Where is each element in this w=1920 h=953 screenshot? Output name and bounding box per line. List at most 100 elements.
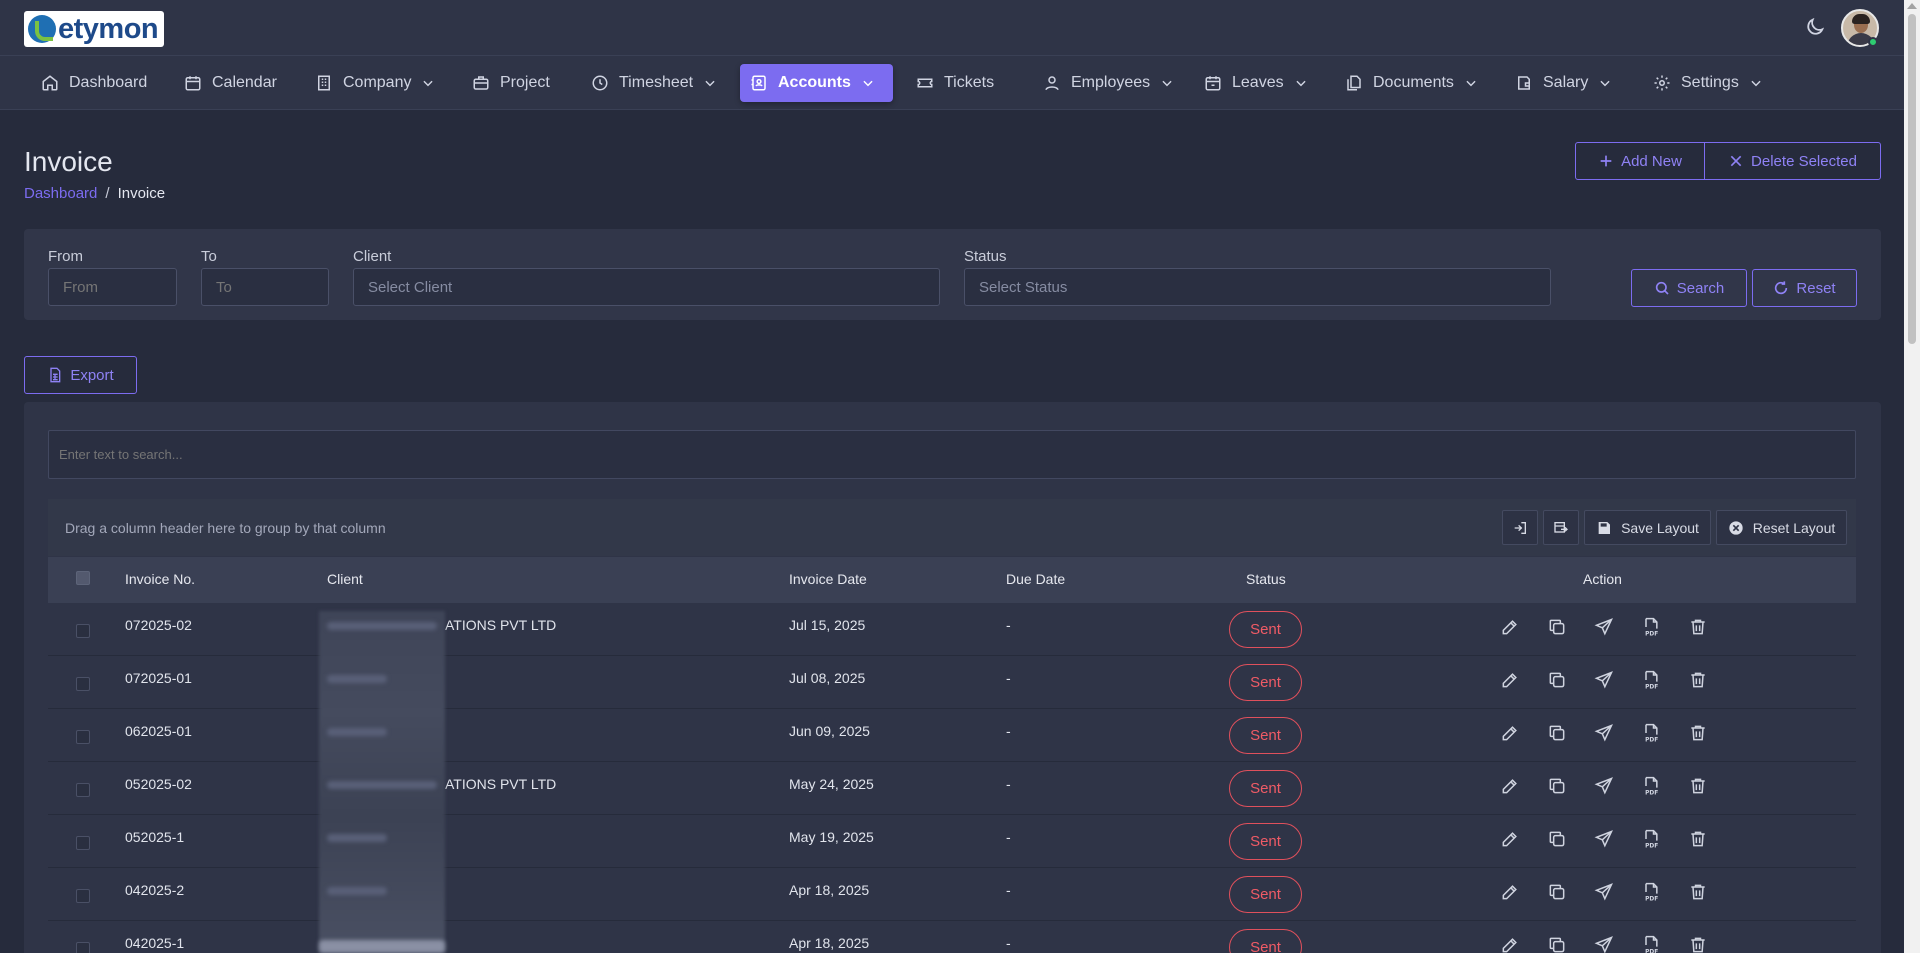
- nav-label: Tickets: [944, 74, 995, 91]
- reset-layout-button[interactable]: Reset Layout: [1716, 510, 1847, 545]
- row-checkbox[interactable]: [76, 836, 90, 850]
- brand-logo[interactable]: etymon: [24, 11, 164, 47]
- from-date-input[interactable]: [48, 268, 177, 306]
- nav-item-tickets[interactable]: Tickets: [906, 64, 1004, 102]
- redacted-text: [327, 675, 387, 683]
- due-date: -: [1006, 670, 1011, 686]
- col-due-date[interactable]: Due Date: [1006, 571, 1065, 587]
- trash-icon[interactable]: [1688, 617, 1708, 637]
- search-icon: [1655, 281, 1669, 295]
- nav-item-employees[interactable]: Employees: [1033, 64, 1184, 102]
- send-icon[interactable]: [1594, 829, 1614, 849]
- pdf-icon[interactable]: PDF: [1641, 776, 1661, 796]
- scrollbar-thumb[interactable]: [1908, 14, 1916, 344]
- pdf-icon[interactable]: PDF: [1641, 882, 1661, 902]
- invoice-number[interactable]: 052025-1: [125, 829, 184, 845]
- send-icon[interactable]: [1594, 882, 1614, 902]
- col-status[interactable]: Status: [1246, 571, 1286, 587]
- row-checkbox[interactable]: [76, 942, 90, 953]
- reset-button[interactable]: Reset: [1752, 269, 1857, 307]
- delete-selected-button[interactable]: Delete Selected: [1704, 142, 1881, 180]
- pdf-icon[interactable]: PDF: [1641, 617, 1661, 637]
- select-all-checkbox[interactable]: [76, 571, 90, 585]
- send-icon[interactable]: [1594, 935, 1614, 953]
- col-invoice-date[interactable]: Invoice Date: [789, 571, 867, 587]
- row-checkbox[interactable]: [76, 624, 90, 638]
- send-icon[interactable]: [1594, 670, 1614, 690]
- redacted-text: [327, 622, 437, 630]
- nav-item-documents[interactable]: Documents: [1335, 64, 1488, 102]
- redacted-text: [327, 834, 387, 842]
- invoice-number[interactable]: 072025-01: [125, 670, 192, 686]
- nav-item-company[interactable]: Company: [305, 64, 445, 102]
- pdf-icon[interactable]: PDF: [1641, 670, 1661, 690]
- edit-icon[interactable]: [1500, 776, 1520, 796]
- trash-icon[interactable]: [1688, 723, 1708, 743]
- breadcrumb-home-link[interactable]: Dashboard: [24, 185, 97, 202]
- send-icon[interactable]: [1594, 776, 1614, 796]
- trash-icon[interactable]: [1688, 935, 1708, 953]
- nav-item-calendar[interactable]: Calendar: [174, 64, 287, 102]
- add-new-button[interactable]: Add New: [1575, 142, 1705, 180]
- chevron-down-icon: [705, 80, 715, 87]
- invoice-number[interactable]: 072025-02: [125, 617, 192, 633]
- client-select[interactable]: Select Client: [353, 268, 940, 306]
- col-action[interactable]: Action: [1583, 571, 1622, 587]
- row-checkbox[interactable]: [76, 889, 90, 903]
- trash-icon[interactable]: [1688, 829, 1708, 849]
- nav-label: Accounts: [778, 74, 851, 91]
- dark-mode-toggle-icon[interactable]: [1804, 16, 1826, 38]
- copy-icon[interactable]: [1547, 723, 1567, 743]
- nav-item-timesheet[interactable]: Timesheet: [581, 64, 727, 102]
- nav-item-accounts[interactable]: Accounts: [740, 64, 893, 102]
- nav-item-settings[interactable]: Settings: [1643, 64, 1773, 102]
- pdf-icon[interactable]: PDF: [1641, 829, 1661, 849]
- edit-icon[interactable]: [1500, 935, 1520, 953]
- breadcrumb: Dashboard / Invoice: [24, 185, 165, 202]
- edit-icon[interactable]: [1500, 670, 1520, 690]
- export-grid-button[interactable]: [1543, 510, 1579, 545]
- save-layout-label: Save Layout: [1621, 519, 1699, 536]
- export-button[interactable]: Export: [24, 356, 137, 394]
- scroll-up-arrow-icon[interactable]: [1907, 3, 1917, 9]
- invoice-number[interactable]: 062025-01: [125, 723, 192, 739]
- send-icon[interactable]: [1594, 617, 1614, 637]
- copy-icon[interactable]: [1547, 776, 1567, 796]
- row-checkbox[interactable]: [76, 677, 90, 691]
- copy-icon[interactable]: [1547, 829, 1567, 849]
- copy-icon[interactable]: [1547, 882, 1567, 902]
- trash-icon[interactable]: [1688, 882, 1708, 902]
- nav-item-leaves[interactable]: Leaves: [1194, 64, 1318, 102]
- edit-icon[interactable]: [1500, 882, 1520, 902]
- invoice-number[interactable]: 052025-02: [125, 776, 192, 792]
- copy-icon[interactable]: [1547, 617, 1567, 637]
- edit-icon[interactable]: [1500, 617, 1520, 637]
- to-date-input[interactable]: [201, 268, 329, 306]
- chevron-down-icon: [423, 80, 434, 87]
- row-checkbox[interactable]: [76, 783, 90, 797]
- status-select[interactable]: Select Status: [964, 268, 1551, 306]
- grid-search-input[interactable]: [48, 430, 1856, 479]
- send-icon[interactable]: [1594, 723, 1614, 743]
- trash-icon[interactable]: [1688, 776, 1708, 796]
- trash-icon[interactable]: [1688, 670, 1708, 690]
- search-button[interactable]: Search: [1631, 269, 1747, 307]
- nav-item-salary[interactable]: Salary: [1505, 64, 1622, 102]
- invoice-number[interactable]: 042025-2: [125, 882, 184, 898]
- nav-item-dashboard[interactable]: Dashboard: [31, 64, 157, 102]
- save-layout-button[interactable]: Save Layout: [1584, 510, 1711, 545]
- pdf-icon[interactable]: PDF: [1641, 723, 1661, 743]
- pdf-icon[interactable]: PDF: [1641, 935, 1661, 953]
- nav-label: Calendar: [212, 74, 277, 91]
- invoice-number[interactable]: 042025-1: [125, 935, 184, 951]
- nav-item-project[interactable]: Project: [462, 64, 560, 102]
- col-invoice-no[interactable]: Invoice No.: [125, 571, 195, 587]
- copy-icon[interactable]: [1547, 670, 1567, 690]
- col-client[interactable]: Client: [327, 571, 363, 587]
- edit-icon[interactable]: [1500, 829, 1520, 849]
- edit-icon[interactable]: [1500, 723, 1520, 743]
- copy-icon[interactable]: [1547, 935, 1567, 953]
- column-chooser-button[interactable]: [1502, 510, 1538, 545]
- brand-name: etymon: [58, 13, 159, 45]
- row-checkbox[interactable]: [76, 730, 90, 744]
